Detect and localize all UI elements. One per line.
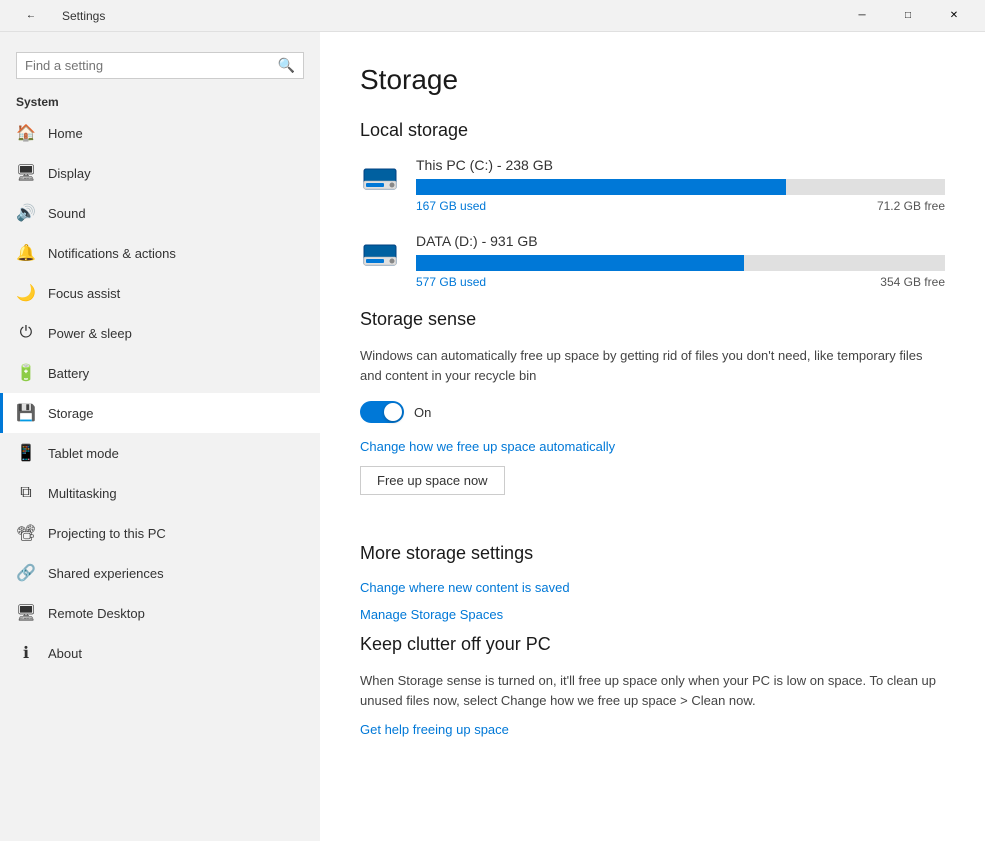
sidebar-item-power[interactable]: ⏻ Power & sleep xyxy=(0,313,320,353)
sidebar-item-remote[interactable]: 🖥 Remote Desktop xyxy=(0,593,320,633)
storage-sense-toggle-row: On xyxy=(360,401,945,423)
progress-bar-bg-d xyxy=(416,255,945,271)
remote-icon: 🖥 xyxy=(16,603,36,623)
main-content: Storage Local storage This PC (C:) - 238… xyxy=(320,32,985,841)
local-storage-title: Local storage xyxy=(360,120,945,141)
drive-name-d: DATA (D:) - 931 GB xyxy=(416,233,945,249)
manage-storage-link[interactable]: Manage Storage Spaces xyxy=(360,607,945,622)
sidebar-item-sound[interactable]: 🔊 Sound xyxy=(0,193,320,233)
display-icon: 🖥 xyxy=(16,163,36,183)
multitasking-icon: ⧉ xyxy=(16,483,36,503)
drive-item-c: This PC (C:) - 238 GB 167 GB used 71.2 GB … xyxy=(360,157,945,213)
sidebar-item-battery[interactable]: 🔋 Battery xyxy=(0,353,320,393)
focus-icon: 🌙 xyxy=(16,283,36,303)
back-button[interactable]: ← xyxy=(8,0,54,32)
drive-name-c: This PC (C:) - 238 GB xyxy=(416,157,945,173)
search-input[interactable] xyxy=(25,58,278,73)
titlebar-controls: ─ □ ✕ xyxy=(839,0,977,32)
drive-stats-d: 577 GB used 354 GB free xyxy=(416,275,945,289)
sidebar-item-label-shared: Shared experiences xyxy=(48,566,164,581)
titlebar: ← Settings ─ □ ✕ xyxy=(0,0,985,32)
sidebar-item-label-projecting: Projecting to this PC xyxy=(48,526,166,541)
toggle-label: On xyxy=(414,405,431,420)
sidebar-item-home[interactable]: 🏠 Home xyxy=(0,113,320,153)
drive-item-d: DATA (D:) - 931 GB 577 GB used 354 GB free xyxy=(360,233,945,289)
projecting-icon: 📽 xyxy=(16,523,36,543)
titlebar-title: Settings xyxy=(62,9,105,23)
shared-icon: 🔗 xyxy=(16,563,36,583)
sidebar-item-focus[interactable]: 🌙 Focus assist xyxy=(0,273,320,313)
about-icon: ℹ xyxy=(16,643,36,663)
drive-free-c: 71.2 GB free xyxy=(877,199,945,213)
sidebar-item-label-sound: Sound xyxy=(48,206,86,221)
sidebar-item-storage[interactable]: 💾 Storage xyxy=(0,393,320,433)
storage-sense-title: Storage sense xyxy=(360,309,945,330)
sidebar-item-label-about: About xyxy=(48,646,82,661)
drive-icon-d xyxy=(360,235,400,275)
sidebar-header xyxy=(0,32,320,52)
sidebar-item-projecting[interactable]: 📽 Projecting to this PC xyxy=(0,513,320,553)
keep-clutter-desc: When Storage sense is turned on, it'll f… xyxy=(360,671,945,710)
sidebar-item-label-storage: Storage xyxy=(48,406,94,421)
drive-used-d: 577 GB used xyxy=(416,275,486,289)
sense-description: Windows can automatically free up space … xyxy=(360,346,945,385)
titlebar-left: ← Settings xyxy=(8,0,105,32)
minimize-button[interactable]: ─ xyxy=(839,0,885,32)
search-box[interactable]: 🔍 xyxy=(16,52,304,79)
sidebar-item-label-home: Home xyxy=(48,126,83,141)
sidebar: 🔍 System 🏠 Home 🖥 Display 🔊 Sound 🔔 Notificatio… xyxy=(0,32,320,841)
tablet-icon: 📱 xyxy=(16,443,36,463)
maximize-button[interactable]: □ xyxy=(885,0,931,32)
more-settings-title: More storage settings xyxy=(360,543,945,564)
sidebar-item-label-remote: Remote Desktop xyxy=(48,606,145,621)
sidebar-item-label-battery: Battery xyxy=(48,366,89,381)
system-section-label: System xyxy=(0,87,320,113)
app-body: 🔍 System 🏠 Home 🖥 Display 🔊 Sound 🔔 Notificatio… xyxy=(0,32,985,841)
drive-stats-c: 167 GB used 71.2 GB free xyxy=(416,199,945,213)
get-help-link[interactable]: Get help freeing up space xyxy=(360,722,945,737)
progress-bar-fill-d xyxy=(416,255,744,271)
drives-list: This PC (C:) - 238 GB 167 GB used 71.2 GB … xyxy=(360,157,945,289)
toggle-knob xyxy=(384,403,402,421)
sidebar-item-tablet[interactable]: 📱 Tablet mode xyxy=(0,433,320,473)
drive-free-d: 354 GB free xyxy=(880,275,945,289)
storage-icon: 💾 xyxy=(16,403,36,423)
sidebar-item-about[interactable]: ℹ About xyxy=(0,633,320,673)
search-icon: 🔍 xyxy=(278,57,295,74)
sidebar-item-label-display: Display xyxy=(48,166,91,181)
sidebar-item-multitasking[interactable]: ⧉ Multitasking xyxy=(0,473,320,513)
sidebar-item-shared[interactable]: 🔗 Shared experiences xyxy=(0,553,320,593)
drive-info-c: This PC (C:) - 238 GB 167 GB used 71.2 GB … xyxy=(416,157,945,213)
sidebar-item-label-multitasking: Multitasking xyxy=(48,486,117,501)
progress-bar-bg-c xyxy=(416,179,945,195)
drive-used-c: 167 GB used xyxy=(416,199,486,213)
sidebar-item-label-power: Power & sleep xyxy=(48,326,132,341)
sidebar-item-label-tablet: Tablet mode xyxy=(48,446,119,461)
power-icon: ⏻ xyxy=(16,323,36,343)
sidebar-item-display[interactable]: 🖥 Display xyxy=(0,153,320,193)
sound-icon: 🔊 xyxy=(16,203,36,223)
sidebar-item-label-focus: Focus assist xyxy=(48,286,120,301)
drive-info-d: DATA (D:) - 931 GB 577 GB used 354 GB free xyxy=(416,233,945,289)
page-title: Storage xyxy=(360,64,945,96)
change-automatically-link[interactable]: Change how we free up space automaticall… xyxy=(360,439,945,454)
progress-bar-fill-c xyxy=(416,179,786,195)
free-space-button[interactable]: Free up space now xyxy=(360,466,505,495)
change-content-link[interactable]: Change where new content is saved xyxy=(360,580,945,595)
notifications-icon: 🔔 xyxy=(16,243,36,263)
sidebar-item-notifications[interactable]: 🔔 Notifications & actions xyxy=(0,233,320,273)
nav-list: 🏠 Home 🖥 Display 🔊 Sound 🔔 Notifications & acti… xyxy=(0,113,320,673)
close-button[interactable]: ✕ xyxy=(931,0,977,32)
storage-sense-toggle[interactable] xyxy=(360,401,404,423)
back-icon: ← xyxy=(26,10,36,21)
battery-icon: 🔋 xyxy=(16,363,36,383)
sidebar-item-label-notifications: Notifications & actions xyxy=(48,246,176,261)
home-icon: 🏠 xyxy=(16,123,36,143)
drive-icon-c xyxy=(360,159,400,199)
keep-clutter-title: Keep clutter off your PC xyxy=(360,634,945,655)
